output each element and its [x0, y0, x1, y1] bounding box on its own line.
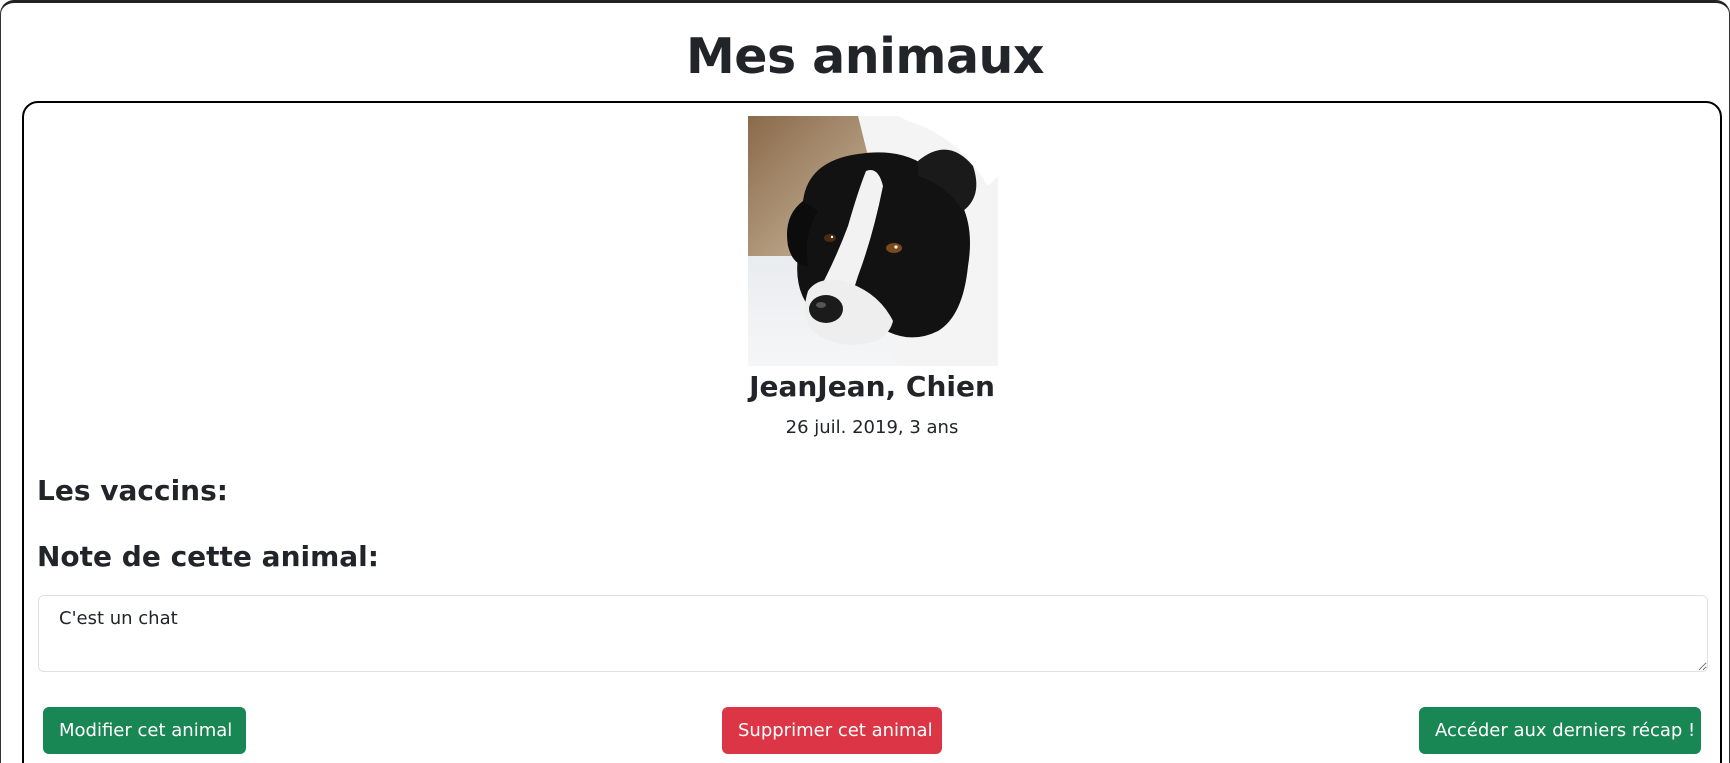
page-title: Mes animaux: [685, 28, 1045, 85]
note-heading: Note de cette animal:: [37, 540, 379, 573]
recap-button[interactable]: Accéder aux derniers récap !: [1419, 707, 1701, 754]
edit-animal-button[interactable]: Modifier cet animal: [43, 707, 246, 754]
note-textarea[interactable]: C'est un chat: [38, 595, 1708, 672]
delete-animal-button[interactable]: Supprimer cet animal: [722, 707, 942, 754]
animal-card: JeanJean, Chien 26 juil. 2019, 3 ans Les…: [22, 101, 1722, 763]
dog-photo-icon: [748, 116, 998, 366]
vaccins-heading: Les vaccins:: [37, 474, 228, 507]
animal-name-type: JeanJean, Chien: [749, 370, 995, 403]
animal-photo: [748, 116, 998, 366]
browser-viewport: Mes animaux JeanJean, Chien 26 juil. 201…: [0, 0, 1730, 763]
animal-birthdate-age: 26 juil. 2019, 3 ans: [785, 417, 959, 438]
